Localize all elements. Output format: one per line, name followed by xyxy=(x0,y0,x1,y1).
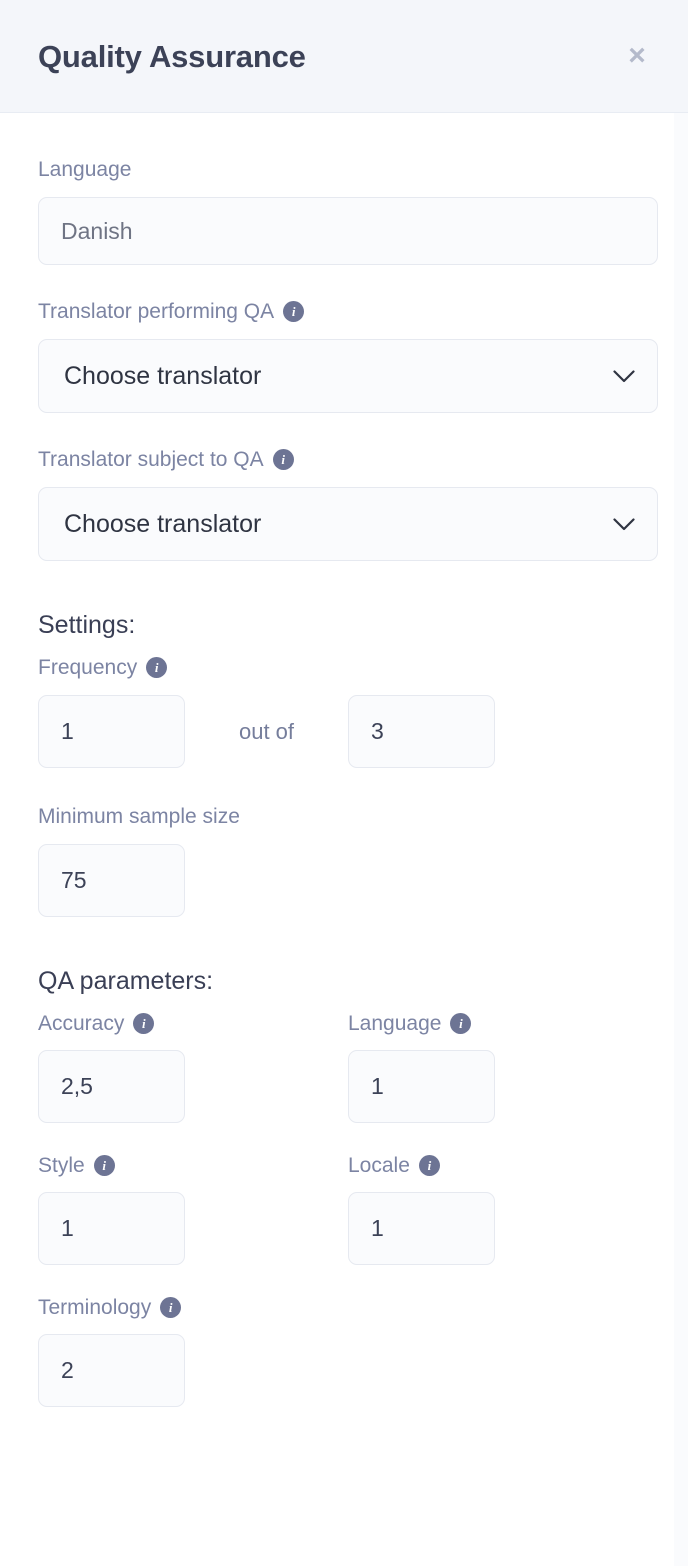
frequency-separator-label: out of xyxy=(238,718,295,744)
minimum-sample-size-field-group: Minimum sample size 75 xyxy=(38,806,658,917)
info-icon[interactable]: i xyxy=(450,1013,472,1034)
translator-subject-to-qa-selected-value: Choose translator xyxy=(64,509,262,538)
translator-subject-to-qa-select[interactable]: Choose translator xyxy=(38,487,658,561)
language-label: Language xyxy=(38,159,658,180)
accuracy-label-text: Accuracy xyxy=(38,1012,125,1035)
frequency-label-text: Frequency xyxy=(38,656,138,679)
scrollbar-track[interactable] xyxy=(674,113,688,1566)
terminology-input[interactable]: 2 xyxy=(38,1334,185,1407)
quality-assurance-modal: Quality Assurance × Language Danish Tran… xyxy=(0,0,688,1566)
qa-parameters-grid: Accuracy i 2,5 Language i 1 Style i 1 Lo… xyxy=(38,1013,658,1407)
close-icon: × xyxy=(628,39,646,72)
chevron-down-icon xyxy=(613,369,635,383)
translator-subject-to-qa-field-group: Translator subject to QA i Choose transl… xyxy=(38,449,658,561)
qa-parameter-locale: Locale i 1 xyxy=(348,1155,658,1265)
qa-parameter-style: Style i 1 xyxy=(38,1155,348,1265)
minimum-sample-size-label: Minimum sample size xyxy=(38,806,658,827)
qa-parameters-section: QA parameters: Accuracy i 2,5 Language i xyxy=(38,969,658,1407)
settings-section: Settings: Frequency i 1 out of 3 Minimum… xyxy=(38,613,658,917)
terminology-value: 2 xyxy=(61,1357,74,1383)
qa-parameters-heading: QA parameters: xyxy=(38,967,214,995)
frequency-denominator-input[interactable]: 3 xyxy=(348,695,495,768)
minimum-sample-size-input[interactable]: 75 xyxy=(38,844,185,917)
style-label: Style i xyxy=(38,1155,348,1176)
info-icon[interactable]: i xyxy=(160,1297,182,1318)
frequency-field-group: Frequency i 1 out of 3 xyxy=(38,657,658,768)
locale-input[interactable]: 1 xyxy=(348,1192,495,1265)
translator-subject-to-qa-label-text: Translator subject to QA xyxy=(38,448,264,471)
info-icon[interactable]: i xyxy=(133,1013,155,1034)
accuracy-value: 2,5 xyxy=(61,1073,93,1099)
minimum-sample-size-label-text: Minimum sample size xyxy=(38,805,240,828)
style-label-text: Style xyxy=(38,1154,85,1177)
language-input-value: Danish xyxy=(61,217,133,244)
locale-value: 1 xyxy=(371,1215,384,1241)
qa-parameter-language: Language i 1 xyxy=(348,1013,658,1123)
minimum-sample-size-value: 75 xyxy=(61,867,87,893)
page-title: Quality Assurance xyxy=(38,38,306,74)
frequency-numerator-input[interactable]: 1 xyxy=(38,695,185,768)
translator-performing-qa-select[interactable]: Choose translator xyxy=(38,339,658,413)
language-parameter-value: 1 xyxy=(371,1073,384,1099)
frequency-row: 1 out of 3 xyxy=(38,695,658,768)
translator-subject-to-qa-label: Translator subject to QA i xyxy=(38,449,658,470)
close-button[interactable]: × xyxy=(618,37,656,75)
translator-performing-qa-label: Translator performing QA i xyxy=(38,301,658,322)
modal-body: Language Danish Translator performing QA… xyxy=(0,113,688,1566)
frequency-denominator-value: 3 xyxy=(371,718,384,744)
settings-heading: Settings: xyxy=(38,611,136,639)
info-icon[interactable]: i xyxy=(146,657,168,678)
terminology-label-text: Terminology xyxy=(38,1296,152,1319)
modal-header: Quality Assurance × xyxy=(0,0,688,113)
translator-performing-qa-selected-value: Choose translator xyxy=(64,361,262,390)
language-label-text: Language xyxy=(38,158,132,181)
info-icon[interactable]: i xyxy=(283,301,305,322)
terminology-label: Terminology i xyxy=(38,1297,348,1318)
info-icon[interactable]: i xyxy=(418,1155,440,1176)
style-input[interactable]: 1 xyxy=(38,1192,185,1265)
style-value: 1 xyxy=(61,1215,74,1241)
language-input[interactable]: Danish xyxy=(38,197,658,265)
accuracy-label: Accuracy i xyxy=(38,1013,348,1034)
qa-parameter-accuracy: Accuracy i 2,5 xyxy=(38,1013,348,1123)
accuracy-input[interactable]: 2,5 xyxy=(38,1050,185,1123)
translator-performing-qa-field-group: Translator performing QA i Choose transl… xyxy=(38,301,658,413)
language-parameter-label-text: Language xyxy=(348,1012,442,1035)
frequency-label: Frequency i xyxy=(38,657,658,678)
qa-parameter-terminology: Terminology i 2 xyxy=(38,1297,348,1407)
frequency-numerator-value: 1 xyxy=(61,718,74,744)
info-icon[interactable]: i xyxy=(93,1155,115,1176)
translator-performing-qa-label-text: Translator performing QA xyxy=(38,300,275,323)
info-icon[interactable]: i xyxy=(272,449,294,470)
chevron-down-icon xyxy=(613,517,635,531)
locale-label-text: Locale xyxy=(348,1154,410,1177)
language-parameter-label: Language i xyxy=(348,1013,658,1034)
locale-label: Locale i xyxy=(348,1155,658,1176)
language-field-group: Language Danish xyxy=(38,159,658,265)
language-parameter-input[interactable]: 1 xyxy=(348,1050,495,1123)
